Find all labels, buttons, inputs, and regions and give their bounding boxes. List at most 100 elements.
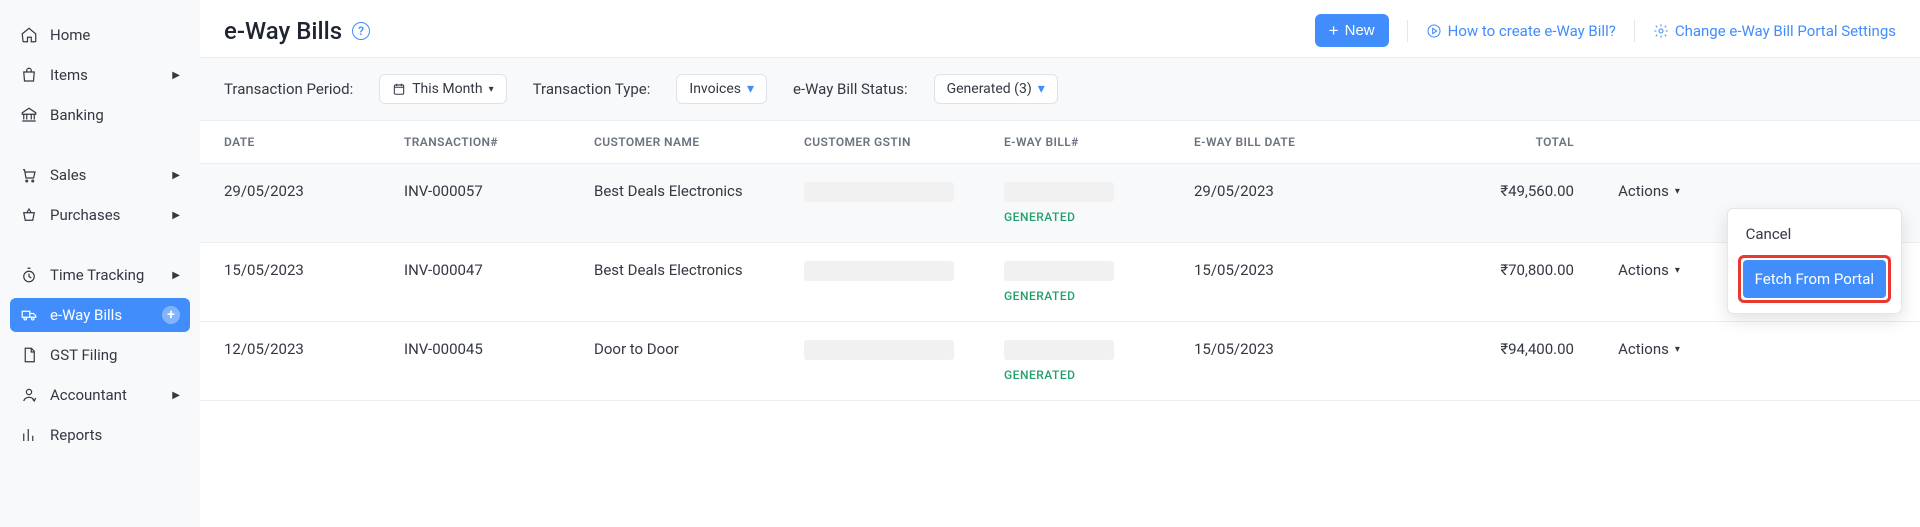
th-customer: CUSTOMER NAME	[594, 135, 804, 149]
sidebar-item-sales[interactable]: Sales ▶	[10, 158, 190, 192]
portal-settings-link[interactable]: Change e-Way Bill Portal Settings	[1653, 22, 1896, 40]
home-icon	[20, 26, 38, 44]
sidebar-label-timetracking: Time Tracking	[50, 266, 144, 284]
page-header: e-Way Bills ? + New How to create e-Way …	[200, 0, 1920, 57]
page-title-text: e-Way Bills	[224, 17, 342, 45]
cell-gstin	[804, 182, 1004, 210]
caret-down-icon: ▾	[1675, 265, 1680, 276]
chevron-right-icon: ▶	[172, 210, 180, 221]
add-eway-icon[interactable]: +	[162, 306, 180, 324]
help-icon[interactable]: ?	[352, 22, 370, 40]
table-row[interactable]: 12/05/2023 INV-000045 Door to Door GENER…	[200, 322, 1920, 401]
dropdown-fetch-from-portal[interactable]: Fetch From Portal	[1743, 260, 1886, 298]
gear-icon	[1653, 23, 1669, 39]
th-date: DATE	[224, 135, 404, 149]
filter-type-select[interactable]: Invoices ▾	[676, 74, 767, 104]
cell-date: 15/05/2023	[224, 261, 404, 279]
actions-label: Actions	[1618, 182, 1669, 200]
main-content: e-Way Bills ? + New How to create e-Way …	[200, 0, 1920, 527]
filter-period-value: This Month	[412, 81, 482, 97]
sidebar-item-time-tracking[interactable]: Time Tracking ▶	[10, 258, 190, 292]
cell-customer: Door to Door	[594, 340, 804, 358]
sidebar-label-gst: GST Filing	[50, 346, 117, 364]
cell-eway: GENERATED	[1004, 261, 1194, 303]
cell-date: 12/05/2023	[224, 340, 404, 358]
header-actions: + New How to create e-Way Bill? Change e…	[1315, 14, 1896, 47]
document-icon	[20, 346, 38, 364]
filter-type-label: Transaction Type:	[533, 80, 651, 98]
sidebar-label-sales: Sales	[50, 166, 86, 184]
chevron-right-icon: ▶	[172, 170, 180, 181]
sidebar-item-home[interactable]: Home	[10, 18, 190, 52]
sidebar-item-gst-filing[interactable]: GST Filing	[10, 338, 190, 372]
portal-settings-label: Change e-Way Bill Portal Settings	[1675, 22, 1896, 40]
caret-down-icon: ▾	[1675, 186, 1680, 197]
caret-down-icon: ▾	[1675, 344, 1680, 355]
cell-transaction: INV-000057	[404, 182, 594, 200]
actions-button[interactable]: Actions ▾	[1618, 340, 1680, 358]
cell-total: ₹49,560.00	[1394, 182, 1574, 200]
filter-period-select[interactable]: This Month ▾	[379, 74, 506, 104]
cell-gstin	[804, 261, 1004, 289]
th-eway: E-WAY BILL#	[1004, 135, 1194, 149]
redacted-block	[1004, 182, 1114, 202]
filter-status-value: Generated (3)	[947, 81, 1032, 97]
sidebar-label-reports: Reports	[50, 426, 102, 444]
table-row[interactable]: 29/05/2023 INV-000057 Best Deals Electro…	[200, 164, 1920, 243]
sidebar-label-items: Items	[50, 66, 88, 84]
filter-period-label: Transaction Period:	[224, 80, 353, 98]
cell-customer: Best Deals Electronics	[594, 261, 804, 279]
caret-down-icon: ▾	[489, 84, 494, 95]
cell-total: ₹70,800.00	[1394, 261, 1574, 279]
redacted-block	[804, 182, 954, 202]
sidebar-label-eway: e-Way Bills	[50, 306, 122, 324]
redacted-block	[804, 261, 954, 281]
th-gstin: CUSTOMER GSTIN	[804, 135, 1004, 149]
status-generated: GENERATED	[1004, 368, 1194, 382]
divider	[1407, 20, 1408, 42]
sidebar-label-home: Home	[50, 26, 90, 44]
sidebar-item-eway-bills[interactable]: e-Way Bills +	[10, 298, 190, 332]
sidebar-item-accountant[interactable]: Accountant ▶	[10, 378, 190, 412]
basket-icon	[20, 206, 38, 224]
filter-status-label: e-Way Bill Status:	[793, 80, 908, 98]
cell-total: ₹94,400.00	[1394, 340, 1574, 358]
bank-icon	[20, 106, 38, 124]
status-generated: GENERATED	[1004, 210, 1194, 224]
cell-eway: GENERATED	[1004, 340, 1194, 382]
bag-icon	[20, 66, 38, 84]
dropdown-cancel[interactable]: Cancel	[1738, 219, 1891, 249]
filter-status-select[interactable]: Generated (3) ▾	[934, 74, 1058, 104]
chevron-right-icon: ▶	[172, 70, 180, 81]
page-title: e-Way Bills ?	[224, 17, 370, 45]
sidebar-item-items[interactable]: Items ▶	[10, 58, 190, 92]
sidebar-item-reports[interactable]: Reports	[10, 418, 190, 452]
howto-label: How to create e-Way Bill?	[1448, 22, 1616, 40]
th-transaction: TRANSACTION#	[404, 135, 594, 149]
highlight-box: Fetch From Portal	[1738, 255, 1891, 303]
new-button[interactable]: + New	[1315, 14, 1389, 47]
actions-button[interactable]: Actions ▾	[1618, 182, 1680, 200]
cell-eway: GENERATED	[1004, 182, 1194, 224]
sidebar-label-banking: Banking	[50, 106, 104, 124]
caret-down-icon: ▾	[747, 81, 754, 97]
cell-eway-date: 29/05/2023	[1194, 182, 1394, 200]
chevron-right-icon: ▶	[172, 270, 180, 281]
th-total: TOTAL	[1394, 135, 1574, 149]
actions-button[interactable]: Actions ▾	[1618, 261, 1680, 279]
cart-icon	[20, 166, 38, 184]
redacted-block	[1004, 340, 1114, 360]
sidebar-item-banking[interactable]: Banking	[10, 98, 190, 132]
stopwatch-icon	[20, 266, 38, 284]
sidebar-item-purchases[interactable]: Purchases ▶	[10, 198, 190, 232]
howto-link[interactable]: How to create e-Way Bill?	[1426, 22, 1616, 40]
cell-gstin	[804, 340, 1004, 368]
cell-date: 29/05/2023	[224, 182, 404, 200]
sidebar-label-purchases: Purchases	[50, 206, 120, 224]
divider	[1634, 20, 1635, 42]
th-eway-date: E-WAY BILL DATE	[1194, 135, 1394, 149]
cell-transaction: INV-000045	[404, 340, 594, 358]
sidebar: Home Items ▶ Banking Sales ▶ Purchases ▶…	[0, 0, 200, 527]
table-row[interactable]: 15/05/2023 INV-000047 Best Deals Electro…	[200, 243, 1920, 322]
redacted-block	[1004, 261, 1114, 281]
